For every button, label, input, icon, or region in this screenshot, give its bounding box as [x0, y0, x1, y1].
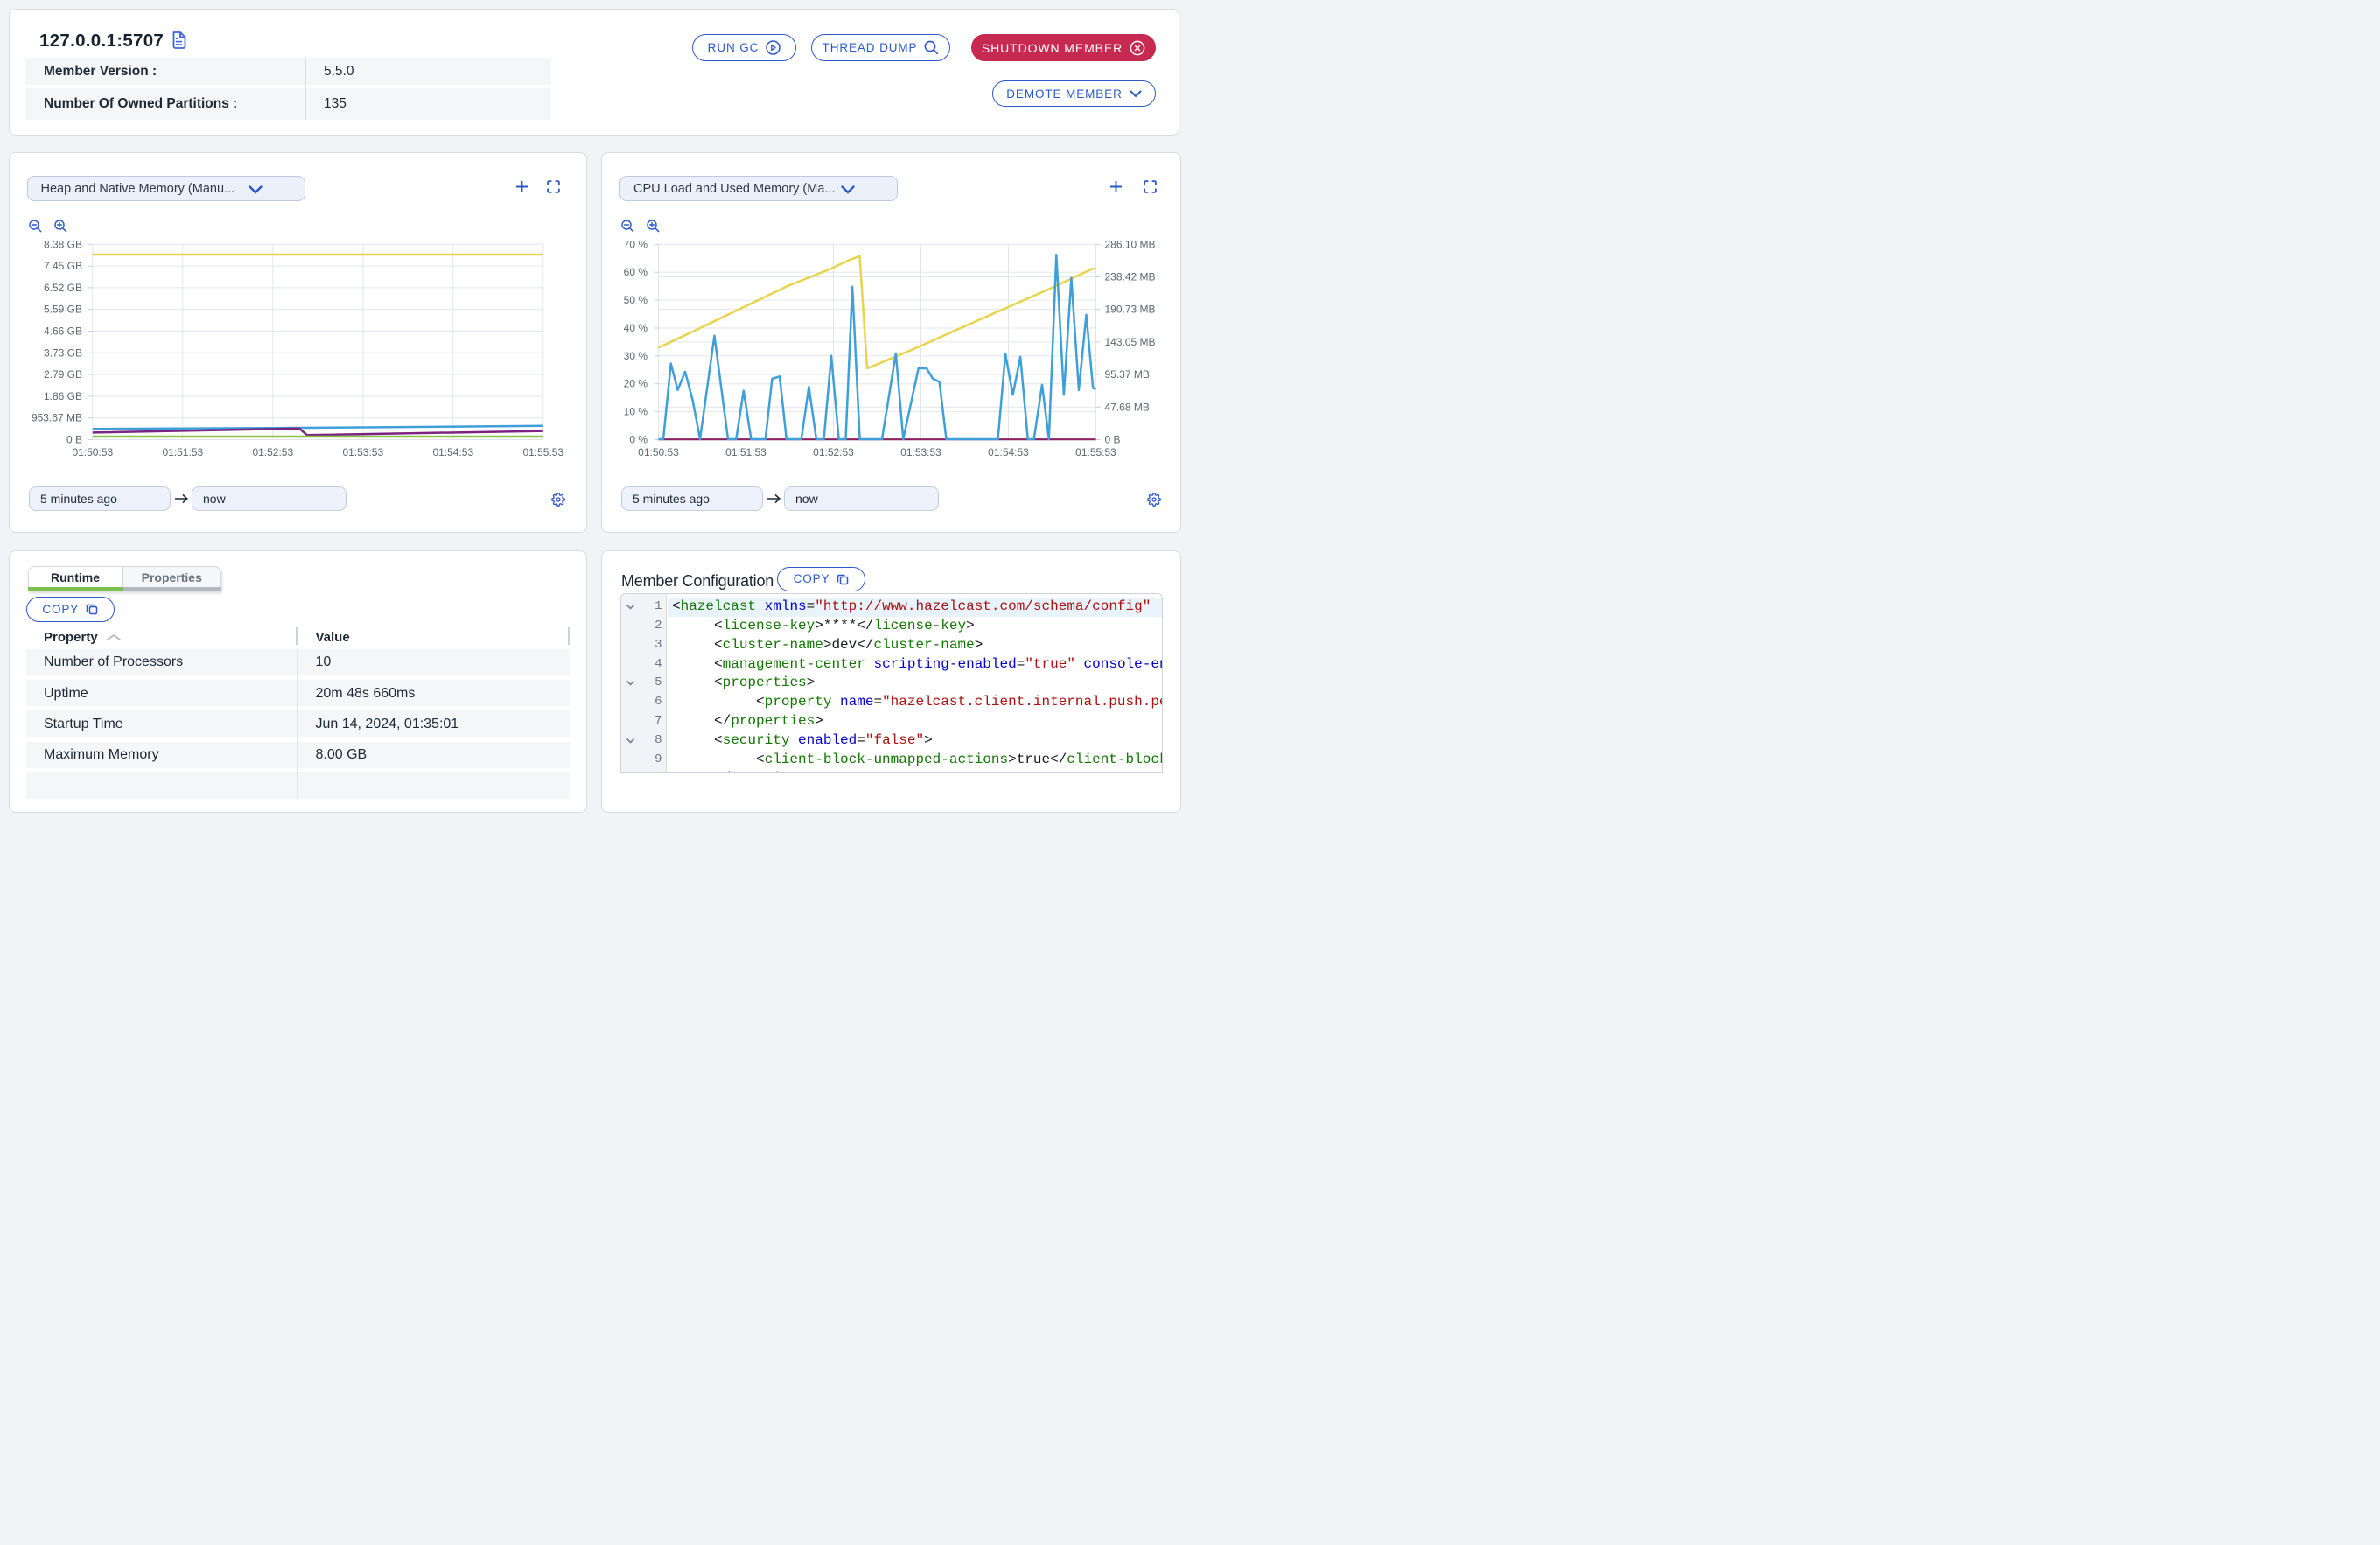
svg-text:30 %: 30 % — [624, 350, 648, 362]
svg-text:01:55:53: 01:55:53 — [1075, 446, 1116, 458]
svg-text:01:50:53: 01:50:53 — [72, 446, 113, 458]
svg-text:47.68 MB: 47.68 MB — [1105, 401, 1150, 413]
svg-text:01:53:53: 01:53:53 — [342, 446, 383, 458]
svg-text:95.37 MB: 95.37 MB — [1105, 368, 1150, 381]
svg-text:01:52:53: 01:52:53 — [813, 446, 854, 458]
svg-text:01:50:53: 01:50:53 — [638, 446, 679, 458]
svg-text:4.66 GB: 4.66 GB — [44, 325, 82, 338]
svg-text:286.10 MB: 286.10 MB — [1105, 238, 1156, 250]
svg-text:01:54:53: 01:54:53 — [432, 446, 473, 458]
svg-text:01:53:53: 01:53:53 — [900, 446, 942, 458]
svg-text:5.59 GB: 5.59 GB — [44, 304, 82, 316]
svg-text:20 %: 20 % — [624, 378, 648, 390]
svg-text:2.79 GB: 2.79 GB — [44, 368, 82, 381]
svg-text:0 B: 0 B — [66, 434, 82, 446]
svg-text:01:51:53: 01:51:53 — [162, 446, 203, 458]
svg-text:238.42 MB: 238.42 MB — [1105, 271, 1156, 283]
svg-text:953.67 MB: 953.67 MB — [32, 412, 82, 424]
svg-text:01:51:53: 01:51:53 — [725, 446, 766, 458]
svg-text:01:55:53: 01:55:53 — [522, 446, 564, 458]
svg-text:0 B: 0 B — [1105, 434, 1121, 446]
svg-text:7.45 GB: 7.45 GB — [44, 260, 82, 272]
svg-text:190.73 MB: 190.73 MB — [1105, 304, 1156, 316]
svg-text:50 %: 50 % — [624, 294, 648, 306]
svg-text:60 %: 60 % — [624, 266, 648, 278]
svg-text:10 %: 10 % — [624, 406, 648, 418]
svg-text:01:54:53: 01:54:53 — [988, 446, 1029, 458]
svg-text:143.05 MB: 143.05 MB — [1105, 336, 1156, 348]
svg-text:6.52 GB: 6.52 GB — [44, 282, 82, 294]
svg-text:70 %: 70 % — [624, 238, 648, 250]
svg-text:1.86 GB: 1.86 GB — [44, 390, 82, 402]
svg-text:01:52:53: 01:52:53 — [252, 446, 293, 458]
svg-text:3.73 GB: 3.73 GB — [44, 346, 82, 359]
svg-text:0 %: 0 % — [629, 434, 648, 446]
svg-text:8.38 GB: 8.38 GB — [44, 238, 82, 250]
svg-text:40 %: 40 % — [624, 322, 648, 334]
